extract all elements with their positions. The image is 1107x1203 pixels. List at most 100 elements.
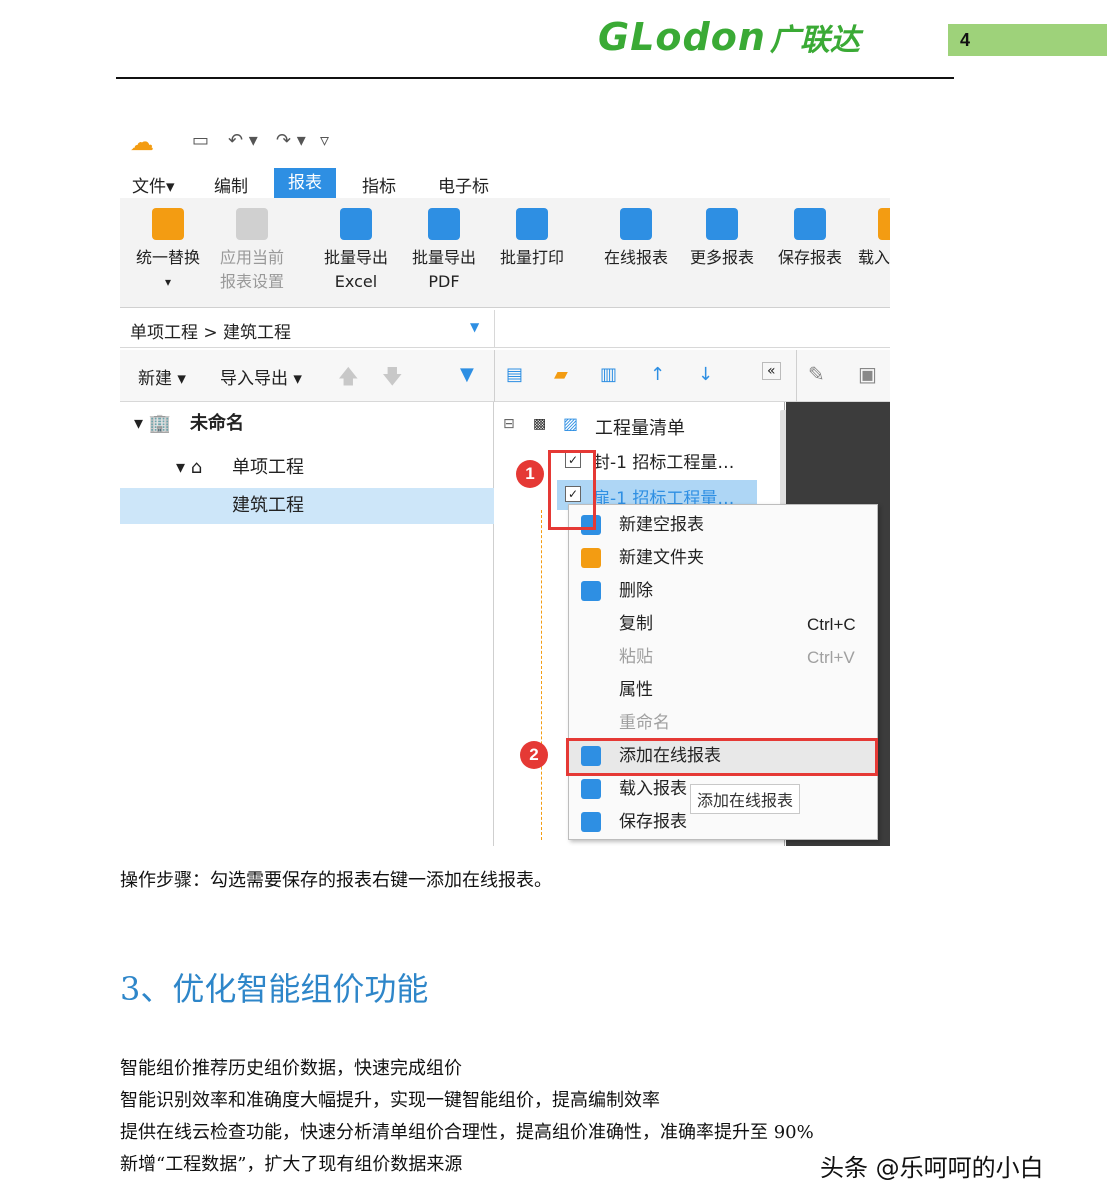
print-icon	[516, 208, 548, 240]
ribbon-label: PDF	[428, 272, 460, 291]
paragraph-line: 智能组价推荐历史组价数据，快速完成组价	[120, 1058, 462, 1079]
context-menu-label: 删除	[619, 581, 653, 601]
preview-icon[interactable]: ▣	[858, 362, 877, 386]
divider	[494, 310, 495, 348]
collapse-box-icon[interactable]: ⊟	[503, 416, 515, 432]
menu-edit[interactable]: 编制	[214, 172, 248, 197]
new-folder-icon[interactable]: ▰	[554, 364, 568, 385]
tree-guide-line	[541, 510, 542, 840]
menu-report[interactable]: 报表	[274, 168, 336, 198]
logo-english: GLodon	[598, 15, 766, 59]
ribbon-unified-replace-button[interactable]: 统一替换 ▾	[132, 208, 204, 294]
ribbon-label: ▾	[164, 275, 172, 289]
context-menu-label: 属性	[619, 680, 653, 700]
context-menu-paste[interactable]: 粘贴 Ctrl+V	[569, 641, 877, 674]
undo-icon[interactable]: ↶ ▾	[228, 130, 258, 151]
building-icon: ▾ 🏢	[134, 413, 172, 434]
context-menu-label: 复制	[619, 614, 653, 634]
edit-icon[interactable]: ✎	[808, 362, 825, 386]
ribbon-batch-print-button[interactable]: 批量打印	[494, 208, 570, 270]
breadcrumb-bar: 单项工程 > 建筑工程 ▼	[120, 310, 890, 348]
context-menu-label: 粘贴	[619, 647, 653, 667]
breadcrumb[interactable]: 单项工程 > 建筑工程	[130, 318, 291, 343]
move-up-icon[interactable]: 🡅	[338, 362, 359, 396]
report-item[interactable]: 封-1 招标工程量…	[593, 448, 734, 473]
context-menu-label: 保存报表	[619, 812, 687, 832]
ribbon-label: 批量导出	[323, 248, 388, 267]
step-badge-2: 2	[520, 741, 548, 769]
save-icon[interactable]: ▭	[192, 130, 209, 151]
report-tree-root[interactable]: 工程量清单	[595, 414, 685, 440]
replace-icon	[152, 208, 184, 240]
quick-access-bar: ☁ ▭ ↶ ▾ ↷ ▾ ▿	[120, 118, 890, 164]
ribbon-label: 批量导出	[411, 248, 476, 267]
app-screenshot: ☁ ▭ ↶ ▾ ↷ ▾ ▿ 文件▾ 编制 报表 指标 电子标 统一替换 ▾ 应用…	[120, 118, 890, 846]
context-menu-delete[interactable]: 删除	[569, 575, 877, 608]
ribbon-label: 保存报表	[777, 248, 842, 267]
menu-file[interactable]: 文件▾	[132, 172, 175, 197]
context-menu-new-report[interactable]: 新建空报表	[569, 509, 877, 542]
report-folder-icon: ▨	[563, 414, 579, 433]
context-menu-copy[interactable]: 复制 Ctrl+C	[569, 608, 877, 641]
context-menu-label: 新建空报表	[619, 515, 704, 535]
glodon-cloud-icon[interactable]: ☁	[130, 128, 154, 156]
context-menu-properties[interactable]: 属性	[569, 674, 877, 707]
panel-toolbar: 新建 ▾ 导入导出 ▾ 🡅 🡇 ▼ ▤ ▰ ▥ ↑ ↓ « ✎ ▣	[120, 350, 890, 402]
new-folder-icon	[581, 548, 601, 568]
highlight-box-menu-item	[566, 738, 878, 776]
tree-item-building[interactable]: 建筑工程	[120, 488, 494, 524]
settings-icon	[236, 208, 268, 240]
ribbon-export-excel-button[interactable]: 批量导出 Excel	[318, 208, 394, 294]
ribbon-online-report-button[interactable]: 在线报表	[598, 208, 674, 270]
arrow-down-icon[interactable]: ↓	[698, 364, 713, 385]
new-report-icon[interactable]: ▤	[506, 364, 523, 385]
header-rule	[116, 77, 954, 79]
more-reports-icon	[706, 208, 738, 240]
context-menu-rename[interactable]: 重命名	[569, 707, 877, 740]
ribbon-label: 批量打印	[499, 248, 564, 267]
menu-etender[interactable]: 电子标	[438, 172, 489, 197]
tree-item-root[interactable]: ▾ 🏢 未命名	[120, 406, 494, 442]
trash-icon	[581, 581, 601, 601]
shortcut-label: Ctrl+V	[807, 648, 855, 667]
menu-index[interactable]: 指标	[362, 172, 396, 197]
excel-export-icon	[340, 208, 372, 240]
figure-caption: 操作步骤：勾选需要保存的报表右键一添加在线报表。	[120, 870, 552, 891]
dropdown-triangle-icon[interactable]: ▼	[470, 320, 479, 334]
section-heading: 3、优化智能组价功能	[120, 970, 429, 1008]
ribbon-export-pdf-button[interactable]: 批量导出 PDF	[406, 208, 482, 294]
delete-icon[interactable]: ▥	[600, 364, 617, 385]
home-icon: ▾ ⌂	[176, 457, 203, 478]
logo-chinese: 广联达	[769, 23, 860, 58]
ribbon-label: Excel	[334, 272, 378, 291]
ribbon-label: 应用当前	[219, 248, 284, 267]
redo-icon[interactable]: ↷ ▾	[276, 130, 306, 151]
highlight-box-checkbox	[548, 450, 596, 530]
project-tree-panel: ▾ 🏢 未命名 ▾ ⌂ 单项工程 建筑工程	[120, 402, 494, 846]
ribbon-label: 载入	[858, 248, 890, 267]
import-export-dropdown-button[interactable]: 导入导出 ▾	[220, 364, 302, 389]
ribbon-save-report-button[interactable]: 保存报表	[772, 208, 848, 270]
load-report-icon	[581, 779, 601, 799]
ribbon: 统一替换 ▾ 应用当前 报表设置 批量导出 Excel 批量导出 PDF 批量打…	[120, 198, 890, 308]
arrow-up-icon[interactable]: ↑	[650, 364, 665, 385]
move-down-icon[interactable]: 🡇	[382, 362, 403, 396]
pin-icon[interactable]: ▼	[460, 364, 474, 385]
tree-item-single-project[interactable]: ▾ ⌂ 单项工程	[120, 450, 494, 486]
ribbon-label: 在线报表	[603, 248, 668, 267]
page-number: 4	[960, 30, 971, 50]
ribbon-load-button[interactable]: 载入	[858, 208, 890, 270]
ribbon-more-reports-button[interactable]: 更多报表	[684, 208, 760, 270]
customize-icon[interactable]: ▿	[320, 130, 329, 151]
paragraph-line: 提供在线云检查功能，快速分析清单组价合理性，提高组价准确性，准确率提升至 90%	[120, 1122, 814, 1143]
tooltip: 添加在线报表	[690, 784, 801, 814]
pdf-export-icon	[428, 208, 460, 240]
tristate-checkbox-icon[interactable]: ▩	[533, 416, 546, 432]
context-menu-new-folder[interactable]: 新建文件夹	[569, 542, 877, 575]
context-menu-label: 载入报表	[619, 779, 687, 799]
tree-item-label: 单项工程	[232, 457, 304, 478]
ribbon-apply-settings-button[interactable]: 应用当前 报表设置	[214, 208, 290, 294]
watermark: 头条 @乐呵呵的小白	[820, 1154, 1044, 1182]
collapse-icon[interactable]: «	[762, 362, 781, 380]
new-dropdown-button[interactable]: 新建 ▾	[138, 364, 186, 389]
